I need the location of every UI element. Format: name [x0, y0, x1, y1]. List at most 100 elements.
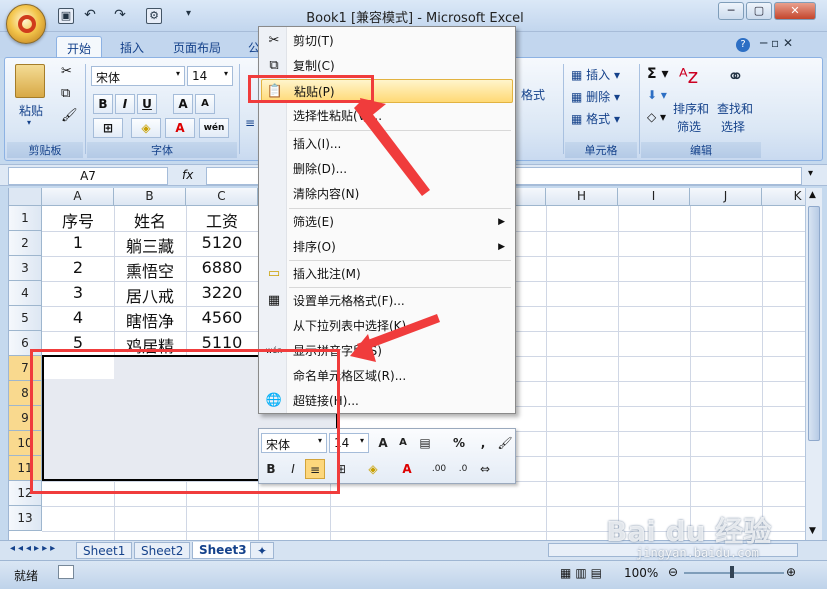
- quick-access-icon[interactable]: ⚙: [146, 8, 162, 24]
- row-header[interactable]: 5: [9, 306, 42, 331]
- font-color-icon[interactable]: A: [165, 118, 195, 138]
- cell[interactable]: 瞎悟净: [114, 308, 186, 332]
- mini-font-color-icon[interactable]: A: [397, 459, 417, 479]
- zoom-in-icon[interactable]: ⊕: [786, 565, 796, 579]
- sort-filter-label-bottom[interactable]: 筛选: [677, 118, 701, 135]
- insert-sheet-icon[interactable]: ✦: [250, 542, 275, 559]
- cell-header-salary[interactable]: 工资: [186, 208, 258, 232]
- tab-home[interactable]: 开始: [56, 36, 103, 58]
- phonetic-icon[interactable]: wén: [199, 118, 229, 138]
- mini-number-format-icon[interactable]: ▤: [415, 433, 435, 453]
- cell-header-no[interactable]: 序号: [42, 208, 114, 232]
- save-icon[interactable]: ▣: [58, 8, 74, 24]
- redo-icon[interactable]: ↷: [112, 8, 128, 24]
- cell[interactable]: 6880: [186, 258, 258, 277]
- format-cells-button[interactable]: ▦ 格式 ▾: [571, 110, 620, 127]
- cell[interactable]: 3220: [186, 283, 258, 302]
- name-box[interactable]: A7: [8, 167, 168, 185]
- cell[interactable]: 躺三藏: [114, 233, 186, 257]
- column-header-b[interactable]: B: [114, 188, 186, 206]
- find-select-label-bottom[interactable]: 选择: [721, 118, 745, 135]
- mini-fill-color-icon[interactable]: ◈: [363, 459, 383, 479]
- restore-button[interactable]: ▢: [746, 2, 772, 20]
- minimize-button[interactable]: ─: [718, 2, 744, 20]
- menu-item-cut[interactable]: ✂ 剪切(T): [261, 29, 513, 53]
- row-header[interactable]: 4: [9, 281, 42, 306]
- mini-percent-button[interactable]: %: [449, 433, 469, 453]
- fx-icon[interactable]: fx: [182, 168, 193, 182]
- font-size-combo[interactable]: 14 ▾: [187, 66, 233, 86]
- column-header-j[interactable]: J: [690, 188, 762, 206]
- expand-formula-icon[interactable]: ▾: [808, 168, 813, 179]
- paste-button-label[interactable]: 粘贴: [19, 102, 43, 119]
- autosum-icon[interactable]: Σ ▾: [647, 66, 668, 82]
- zoom-slider-thumb[interactable]: [730, 566, 734, 578]
- row-header[interactable]: 2: [9, 231, 42, 256]
- office-button[interactable]: [6, 4, 46, 44]
- mini-shrink-font-icon[interactable]: A: [393, 433, 413, 453]
- cond-format-label[interactable]: 格式: [521, 86, 545, 103]
- sheet-tab-1[interactable]: Sheet1: [76, 542, 133, 559]
- select-all-corner[interactable]: [9, 188, 42, 206]
- cell[interactable]: 居八戒: [114, 283, 186, 307]
- close-button[interactable]: ✕: [774, 2, 816, 20]
- grow-font-icon[interactable]: A: [173, 94, 193, 114]
- sheet-nav-icon[interactable]: ◂◂◂▸▸▸: [10, 543, 58, 554]
- cell[interactable]: 4: [42, 308, 114, 327]
- row-header[interactable]: 3: [9, 256, 42, 281]
- wrap-icon[interactable]: ≡: [245, 116, 255, 130]
- row-header[interactable]: 13: [9, 506, 42, 531]
- paste-dropdown-icon[interactable]: ▾: [27, 118, 31, 127]
- help-icon[interactable]: ?: [736, 38, 750, 52]
- vertical-scrollbar[interactable]: ▲ ▼: [805, 188, 822, 540]
- scroll-down-icon[interactable]: ▼: [809, 526, 816, 536]
- column-header-c[interactable]: C: [186, 188, 258, 206]
- customize-qat-icon[interactable]: ▾: [186, 8, 191, 19]
- row-header[interactable]: 1: [9, 206, 42, 231]
- shrink-font-icon[interactable]: A: [195, 94, 215, 114]
- insert-cells-button[interactable]: ▦ 插入 ▾: [571, 66, 620, 83]
- find-binoculars-icon[interactable]: ⚭: [727, 64, 744, 88]
- mini-decrease-decimal-icon[interactable]: .0: [453, 459, 473, 479]
- underline-button[interactable]: U: [137, 94, 157, 114]
- copy-icon[interactable]: ⧉: [61, 86, 70, 101]
- ribbon-minimize-icon[interactable]: ─ ▫ ✕: [760, 36, 793, 50]
- cell[interactable]: 3: [42, 283, 114, 302]
- mini-increase-decimal-icon[interactable]: .00: [429, 459, 449, 479]
- scrollbar-thumb[interactable]: [808, 206, 820, 441]
- sheet-tab-2[interactable]: Sheet2: [134, 542, 191, 559]
- mini-merge-center-icon[interactable]: ⇔: [475, 459, 495, 479]
- zoom-out-icon[interactable]: ⊖: [668, 565, 678, 579]
- delete-cells-button[interactable]: ▦ 删除 ▾: [571, 88, 620, 105]
- cut-icon[interactable]: ✂: [61, 64, 72, 79]
- cell[interactable]: 5120: [186, 233, 258, 252]
- borders-icon[interactable]: ⊞: [93, 118, 123, 138]
- column-header-i[interactable]: I: [618, 188, 690, 206]
- find-select-label-top[interactable]: 查找和: [717, 100, 753, 117]
- mini-comma-button[interactable]: ,: [473, 433, 493, 453]
- bold-button[interactable]: B: [93, 94, 113, 114]
- mini-grow-font-icon[interactable]: A: [373, 433, 393, 453]
- clear-icon[interactable]: ◇ ▾: [647, 110, 666, 124]
- view-buttons-icon[interactable]: ▦▥▤: [560, 566, 606, 580]
- column-header-k[interactable]: K: [762, 188, 805, 206]
- font-name-combo[interactable]: 宋体 ▾: [91, 66, 185, 86]
- zoom-level[interactable]: 100%: [624, 566, 658, 580]
- macro-record-icon[interactable]: [58, 565, 74, 579]
- cell[interactable]: 熏悟空: [114, 258, 186, 282]
- undo-icon[interactable]: ↶: [82, 8, 98, 24]
- sheet-tab-3[interactable]: Sheet3: [192, 542, 254, 559]
- format-painter-icon[interactable]: 🖌: [61, 108, 78, 123]
- fill-color-icon[interactable]: ◈: [131, 118, 161, 138]
- cell[interactable]: 2: [42, 258, 114, 277]
- sort-filter-icon[interactable]: ᴬᴢ: [679, 64, 698, 88]
- zoom-slider[interactable]: [684, 572, 784, 574]
- cell[interactable]: 1: [42, 233, 114, 252]
- scroll-up-icon[interactable]: ▲: [809, 190, 816, 200]
- paste-icon[interactable]: [15, 64, 45, 98]
- fill-icon[interactable]: ⬇ ▾: [647, 88, 667, 102]
- cell[interactable]: 4560: [186, 308, 258, 327]
- mini-format-painter-icon[interactable]: 🖌: [495, 433, 515, 453]
- sort-filter-label-top[interactable]: 排序和: [673, 100, 709, 117]
- tab-insert[interactable]: 插入: [110, 36, 154, 58]
